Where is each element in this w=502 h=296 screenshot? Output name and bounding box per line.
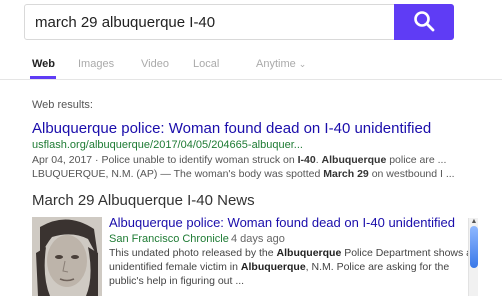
search-input[interactable] [25, 5, 394, 39]
tab-anytime[interactable]: Anytime ⌄ [256, 58, 306, 70]
snippet-highlight: Albuquerque [321, 154, 387, 166]
snippet-highlight: Albuquerque [240, 261, 306, 273]
news-title-link[interactable]: Albuquerque police: Woman found dead on … [109, 215, 455, 230]
result-title-link[interactable]: Albuquerque police: Woman found dead on … [32, 120, 431, 137]
tab-local[interactable]: Local [193, 58, 219, 70]
news-thumbnail[interactable] [32, 217, 102, 296]
news-section-heading: March 29 Albuquerque I-40 News [32, 192, 255, 209]
tab-images[interactable]: Images [78, 58, 114, 70]
snippet-text: This undated photo released by the [109, 247, 277, 259]
active-tab-indicator [30, 76, 56, 79]
search-button[interactable] [394, 4, 454, 40]
result-url[interactable]: usflash.org/albuquerque/2017/04/05/20466… [32, 139, 303, 151]
news-snippet-line-2: unidentified female victim in Albuquerqu… [109, 261, 449, 273]
news-snippet-line-3: public's help in figuring out ... [109, 275, 244, 287]
search-icon [413, 10, 435, 35]
snippet-highlight: I-40 [297, 154, 316, 166]
chevron-down-icon: ⌄ [298, 59, 307, 69]
news-source-link[interactable]: San Francisco Chronicle [109, 233, 229, 245]
snippet-text: unidentified female victim in [109, 261, 241, 273]
tab-web[interactable]: Web [32, 58, 55, 70]
snippet-text: LBUQUERQUE, N.M. (AP) — The woman's body… [32, 168, 324, 180]
scroll-up-arrow-icon[interactable]: ▲ [469, 218, 479, 225]
result-date: Apr 04, 2017 [32, 154, 93, 166]
news-scrollbar-thumb[interactable] [470, 226, 478, 268]
snippet-text: on westbound I ... [368, 168, 455, 180]
snippet-highlight: Albuquerque [276, 247, 342, 259]
tab-anytime-label: Anytime [256, 58, 296, 70]
news-timestamp: 4 days ago [231, 233, 285, 245]
snippet-text: public's help in figuring out ... [109, 275, 245, 287]
search-tabs: Web Images Video Local Anytime ⌄ [0, 52, 502, 80]
snippet-text: Police Department shows an [341, 247, 478, 259]
snippet-highlight: March 29 [323, 168, 369, 180]
news-snippet-line-1: This undated photo released by the Albuq… [109, 247, 478, 259]
snippet-text: police are ... [386, 154, 447, 166]
result-snippet-line-2: LBUQUERQUE, N.M. (AP) — The woman's body… [32, 168, 502, 180]
tab-video[interactable]: Video [141, 58, 169, 70]
snippet-text: , N.M. Police are asking for the [305, 261, 450, 273]
web-results-label: Web results: [32, 99, 93, 111]
result-snippet-line-1: Apr 04, 2017 · Police unable to identify… [32, 154, 502, 166]
snippet-text: Police unable to identify woman struck o… [101, 154, 298, 166]
news-photo-image [32, 217, 102, 296]
search-bar [24, 4, 454, 40]
